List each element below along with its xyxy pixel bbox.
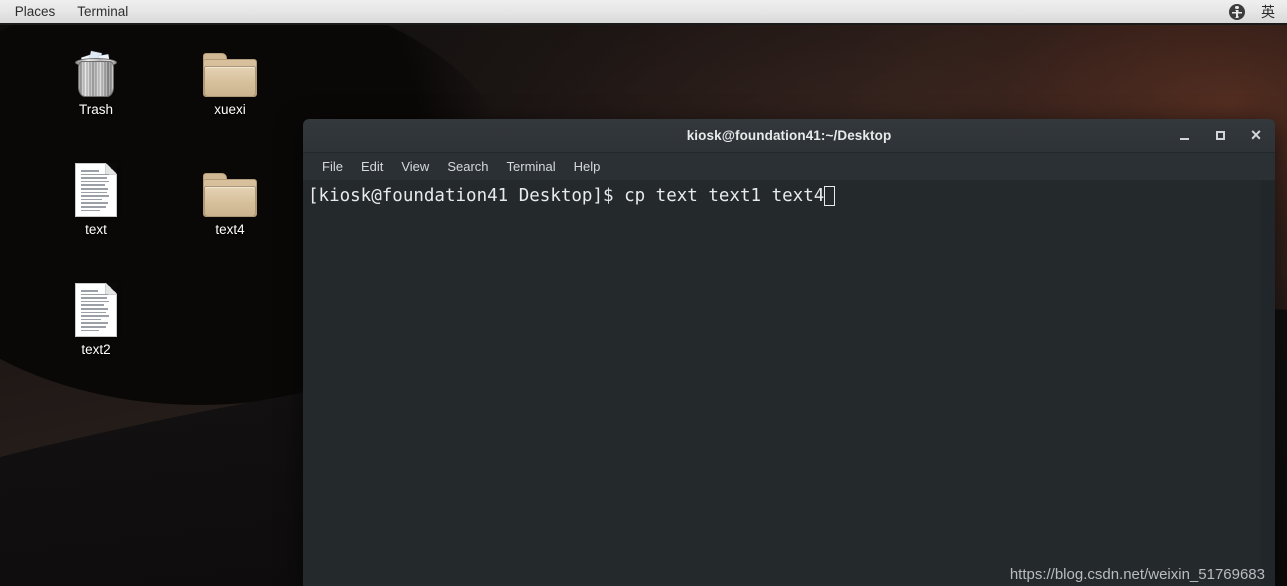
window-title: kiosk@foundation41:~/Desktop bbox=[686, 128, 892, 143]
trash-icon bbox=[48, 35, 144, 97]
gnome-top-panel: s Places Terminal 英 bbox=[0, 0, 1287, 25]
terminal-scrollbar[interactable] bbox=[1261, 181, 1275, 586]
desktop-icon-trash[interactable]: Trash bbox=[48, 35, 144, 118]
terminal-prompt-line: [kiosk@foundation41 Desktop]$ cp text te… bbox=[304, 185, 1275, 207]
desktop-icon-label: text2 bbox=[81, 342, 111, 357]
desktop-icon-label: Trash bbox=[78, 102, 113, 117]
window-controls bbox=[1171, 119, 1269, 152]
menu-item-help[interactable]: Help bbox=[565, 154, 610, 180]
panel-status-area: 英 bbox=[1229, 3, 1287, 20]
terminal-cursor bbox=[824, 186, 836, 206]
input-method-indicator[interactable]: 英 bbox=[1261, 5, 1275, 19]
folder-icon bbox=[182, 155, 278, 217]
desktop-icon-label: text4 bbox=[215, 222, 245, 237]
terminal-output-area[interactable]: [kiosk@foundation41 Desktop]$ cp text te… bbox=[303, 181, 1275, 586]
accessibility-icon[interactable] bbox=[1229, 3, 1245, 20]
document-icon bbox=[48, 275, 144, 337]
window-titlebar[interactable]: kiosk@foundation41:~/Desktop bbox=[303, 119, 1275, 153]
desktop-icon-text4[interactable]: text4 bbox=[182, 155, 278, 238]
terminal-window[interactable]: kiosk@foundation41:~/Desktop File Edit V… bbox=[303, 119, 1275, 586]
desktop-icon-label: xuexi bbox=[214, 102, 246, 117]
menu-item-file[interactable]: File bbox=[313, 154, 352, 180]
close-button[interactable] bbox=[1243, 123, 1269, 149]
document-icon bbox=[48, 155, 144, 217]
menu-item-view[interactable]: View bbox=[392, 154, 438, 180]
menu-item-edit[interactable]: Edit bbox=[352, 154, 392, 180]
watermark-text: https://blog.csdn.net/weixin_51769683 bbox=[1009, 566, 1265, 583]
desktop-icon-label: text bbox=[85, 222, 107, 237]
desktop-icon-text[interactable]: text bbox=[48, 155, 144, 238]
desktop-icon-xuexi[interactable]: xuexi bbox=[182, 35, 278, 118]
panel-places-menu[interactable]: Places bbox=[4, 0, 67, 23]
maximize-button[interactable] bbox=[1207, 123, 1233, 149]
menu-item-terminal[interactable]: Terminal bbox=[498, 154, 565, 180]
desktop-icon-text2[interactable]: text2 bbox=[48, 275, 144, 358]
menu-item-search[interactable]: Search bbox=[438, 154, 497, 180]
folder-icon bbox=[182, 35, 278, 97]
terminal-menubar: File Edit View Search Terminal Help bbox=[303, 153, 1275, 181]
terminal-command: cp text text1 text4 bbox=[624, 186, 825, 206]
minimize-button[interactable] bbox=[1171, 123, 1197, 149]
terminal-prompt: [kiosk@foundation41 Desktop]$ bbox=[308, 186, 625, 206]
screen: Trash xuexi text text4 text2 kiosk@found… bbox=[0, 0, 1287, 586]
panel-terminal-menu[interactable]: Terminal bbox=[66, 0, 139, 23]
